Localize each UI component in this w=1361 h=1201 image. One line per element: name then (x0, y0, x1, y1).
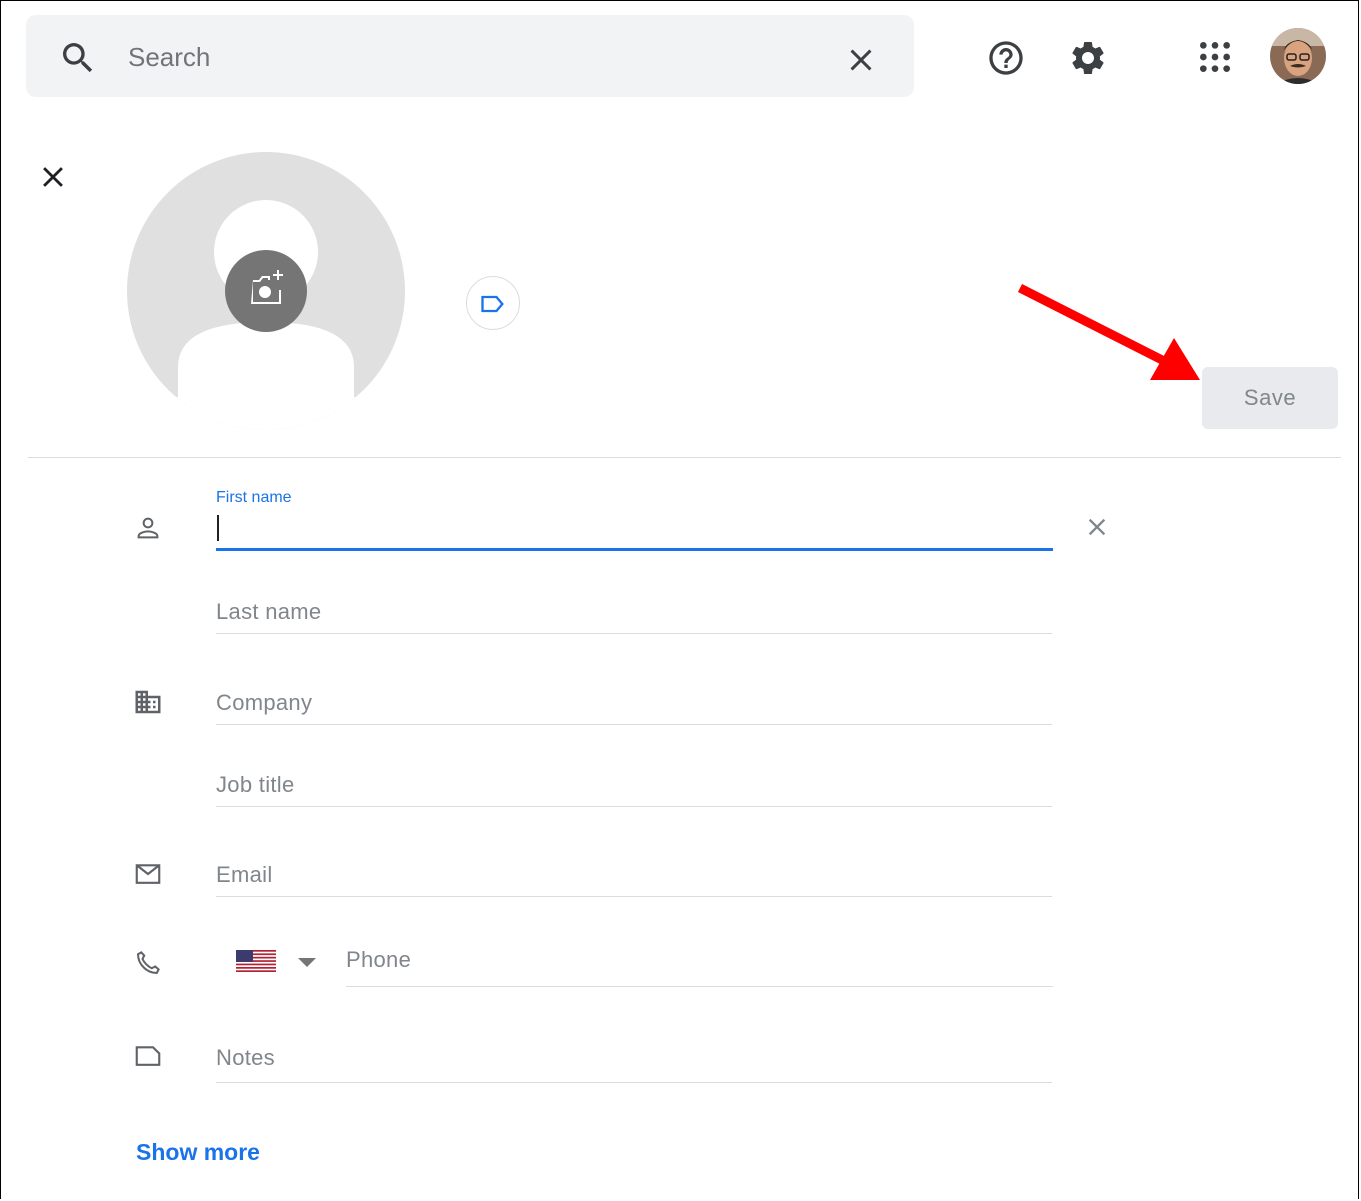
notes-placeholder: Notes (216, 1045, 275, 1070)
show-more-link[interactable]: Show more (136, 1139, 260, 1166)
divider (28, 457, 1341, 458)
email-field[interactable]: Email (216, 859, 1052, 897)
phone-field[interactable]: Phone (346, 944, 1053, 987)
mail-icon (135, 864, 161, 884)
clear-icon[interactable] (1083, 513, 1111, 541)
phone-icon (136, 951, 160, 975)
search-input[interactable] (128, 36, 808, 78)
person-icon (137, 517, 159, 539)
search-icon[interactable] (58, 38, 98, 78)
close-icon[interactable] (843, 42, 879, 78)
label-icon (481, 295, 504, 313)
text-caret (217, 515, 219, 541)
company-field[interactable]: Company (216, 687, 1052, 725)
avatar[interactable] (1270, 28, 1326, 84)
annotation-arrow (1017, 283, 1200, 380)
us-flag-icon[interactable] (236, 950, 276, 972)
first-name-field[interactable] (216, 548, 1053, 551)
email-placeholder: Email (216, 862, 273, 887)
job-title-field[interactable]: Job title (216, 769, 1052, 807)
phone-placeholder: Phone (346, 947, 412, 972)
add-photo-icon[interactable] (225, 250, 307, 332)
company-placeholder: Company (216, 690, 313, 715)
help-icon[interactable] (986, 38, 1026, 78)
building-icon (135, 690, 161, 714)
close-icon[interactable] (36, 160, 70, 194)
job-title-placeholder: Job title (216, 772, 295, 797)
save-button[interactable]: Save (1202, 367, 1338, 429)
chevron-down-icon[interactable] (296, 955, 318, 969)
notes-icon (135, 1046, 161, 1066)
settings-icon[interactable] (1068, 38, 1108, 78)
first-name-label: First name (216, 489, 292, 506)
last-name-placeholder: Last name (216, 599, 322, 624)
manage-labels-button[interactable] (466, 276, 520, 330)
notes-field[interactable]: Notes (216, 1041, 1052, 1083)
last-name-field[interactable]: Last name (216, 596, 1052, 634)
apps-grid-icon[interactable] (1195, 37, 1235, 77)
